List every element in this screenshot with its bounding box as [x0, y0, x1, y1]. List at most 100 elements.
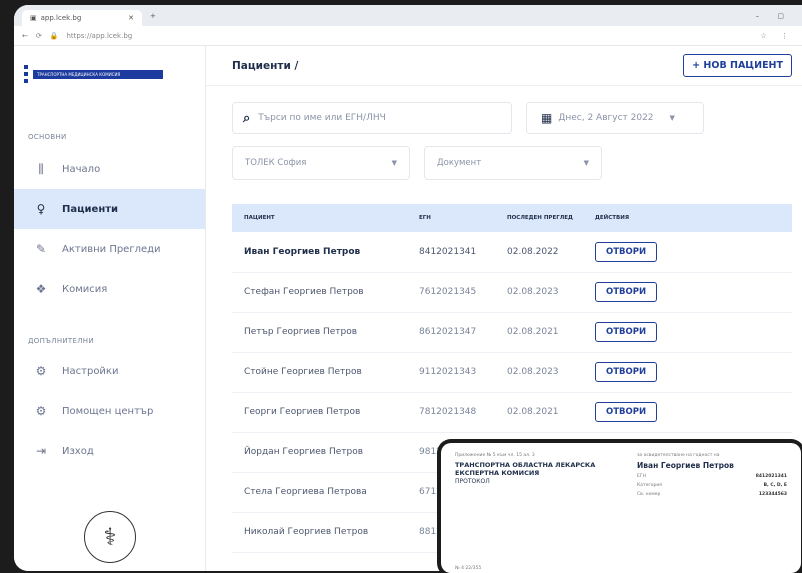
doc-purpose: за освидетелстване на годност на	[637, 453, 720, 458]
calendar-icon: ▦	[541, 111, 553, 125]
back-icon[interactable]: ←	[22, 32, 28, 40]
page-title: Пациенти /	[232, 59, 299, 72]
sidebar-item-label: Помощен център	[62, 405, 154, 417]
patient-last-exam: 02.08.2023	[495, 272, 583, 313]
logo[interactable]: ТРАНСПОРТНА МЕДИЦИНСКА КОМИСИЯ	[14, 46, 205, 88]
document-preview[interactable]: Приложение № 5 към чл. 15 ал. 3 ТРАНСПОР…	[441, 443, 801, 573]
add-patient-button[interactable]: + НОВ ПАЦИЕНТ	[683, 54, 792, 77]
sidebar-item-home[interactable]: ⫼ Начало	[14, 149, 205, 189]
col-header-last-exam: ПОСЛЕДЕН ПРЕГЛЕД	[507, 215, 573, 221]
sidebar-item-patients[interactable]: ♀ Пациенти	[14, 189, 205, 229]
patient-last-exam: 02.08.2021	[495, 392, 583, 433]
table-row: Петър Георгиев Петров 8612021347 02.08.2…	[232, 312, 792, 353]
col-header-actions: ДЕЙСТВИЯ	[595, 215, 630, 221]
patient-name: Йордан Георгиев Петров	[232, 432, 407, 473]
actions-cell: ОТВОРИ	[583, 392, 792, 433]
reload-icon[interactable]: ⟳	[36, 32, 42, 40]
table-header-row: ПАЦИЕНТ ЕГН ПОСЛЕДЕН ПРЕГЛЕД ДЕЙСТВИЯ	[232, 204, 792, 232]
logo-text: ТРАНСПОРТНА МЕДИЦИНСКА КОМИСИЯ	[33, 69, 163, 79]
col-header-patient: ПАЦИЕНТ	[244, 215, 275, 221]
sidebar-item-label: Комисия	[62, 283, 108, 295]
new-tab-icon[interactable]: +	[150, 12, 156, 20]
pen-icon: ✎	[35, 242, 47, 256]
sidebar-item-logout[interactable]: ⇥ Изход	[14, 431, 205, 471]
sidebar-item-label: Активни Прегледи	[62, 243, 161, 255]
patient-name: Георги Георгиев Петров	[232, 392, 407, 433]
patient-name: Николай Георгиев Петров	[232, 512, 407, 553]
browser-tab[interactable]: ▣ app.lcek.bg ✕	[22, 10, 142, 26]
office-select[interactable]: ТОЛЕК София ▼	[232, 146, 410, 180]
sidebar-item-label: Начало	[62, 163, 101, 175]
date-picker[interactable]: ▦ Днес, 2 Август 2022 ▼	[526, 102, 704, 134]
open-button[interactable]: ОТВОРИ	[595, 322, 658, 342]
document-value: Документ	[437, 158, 482, 168]
search-icon: ⌕	[243, 110, 251, 126]
section-title-extra: ДОПЪЛНИТЕЛНИ	[28, 337, 94, 345]
patient-last-exam: 02.08.2022	[495, 232, 583, 273]
patient-name: Иван Георгиев Петров	[232, 232, 407, 273]
browser-tabbar: ▣ app.lcek.bg ✕ + – ▢	[14, 5, 802, 26]
filters: ⌕ ▦ Днес, 2 Август 2022 ▼ ТОЛЕК София ▼	[206, 86, 802, 180]
patient-egn: 7612021345	[407, 272, 495, 313]
actions-cell: ОТВОРИ	[583, 272, 792, 313]
patient-egn: 8612021347	[407, 312, 495, 353]
actions-cell: ОТВОРИ	[583, 352, 792, 393]
sidebar-item-label: Пациенти	[62, 203, 119, 215]
tab-title: app.lcek.bg	[40, 14, 82, 22]
patient-name: Стела Георгиева Петрова	[232, 472, 407, 513]
open-button[interactable]: ОТВОРИ	[595, 402, 658, 422]
office-value: ТОЛЕК София	[245, 158, 307, 168]
sidebar-item-commission[interactable]: ❖ Комисия	[14, 269, 205, 309]
doc-field: ЕГН 8412021341	[637, 474, 787, 479]
chart-icon: ⫼	[38, 161, 44, 176]
table-row: Георги Георгиев Петров 7812021348 02.08.…	[232, 392, 792, 433]
doc-title-line2: ЕКСПЕРТНА КОМИСИЯ	[455, 469, 540, 477]
lock-icon: 🔒	[49, 31, 59, 40]
date-value: Днес, 2 Август 2022	[558, 113, 654, 123]
actions-cell: ОТВОРИ	[583, 312, 792, 353]
patient-last-exam: 02.08.2023	[495, 352, 583, 393]
chevron-down-icon: ▼	[391, 159, 397, 167]
search-box[interactable]: ⌕	[232, 102, 512, 134]
gear-icon: ⚙	[35, 364, 47, 378]
help-icon: ⚙	[35, 404, 47, 418]
doc-field: Категория B, C, D, E	[637, 483, 787, 488]
logout-icon: ⇥	[35, 444, 47, 458]
sidebar-item-settings[interactable]: ⚙ Настройки	[14, 351, 205, 391]
doc-title-line1: ТРАНСПОРТНА ОБЛАСТНА ЛЕКАРСКА	[455, 461, 596, 469]
table-row: Иван Георгиев Петров 8412021341 02.08.20…	[232, 232, 792, 273]
actions-cell: ОТВОРИ	[583, 232, 792, 273]
table-row: Стефан Георгиев Петров 7612021345 02.08.…	[232, 272, 792, 313]
open-button[interactable]: ОТВОРИ	[595, 241, 658, 262]
window-controls[interactable]: – ▢	[756, 12, 802, 20]
document-select[interactable]: Документ ▼	[424, 146, 602, 180]
sidebar-item-label: Изход	[62, 445, 94, 457]
patient-egn: 9112021343	[407, 352, 495, 393]
sidebar-item-active-exams[interactable]: ✎ Активни Прегледи	[14, 229, 205, 269]
table-row: Стойне Георгиев Петров 9112021343 02.08.…	[232, 352, 792, 393]
address-bar: ← ⟳ 🔒 https://app.lcek.bg ☆ ⋮	[14, 26, 802, 46]
patient-name: Петър Георгиев Петров	[232, 312, 407, 353]
sidebar-item-help[interactable]: ⚙ Помощен център	[14, 391, 205, 431]
chevron-down-icon: ▼	[669, 114, 675, 122]
browser-actions[interactable]: ☆ ⋮	[760, 32, 794, 40]
patient-egn: 7812021348	[407, 392, 495, 433]
col-header-egn: ЕГН	[419, 215, 431, 221]
chevron-down-icon: ▼	[583, 159, 589, 167]
search-input[interactable]	[258, 113, 479, 123]
patient-name: Стойне Георгиев Петров	[232, 352, 407, 393]
doc-annex: Приложение № 5 към чл. 15 ал. 3	[455, 453, 535, 458]
doc-field: Св. номер 123344563	[637, 492, 787, 497]
users-icon: ♀	[36, 202, 46, 216]
doc-number: № 4 22/355	[455, 566, 482, 571]
url-field[interactable]: https://app.lcek.bg	[66, 32, 132, 40]
close-tab-icon[interactable]: ✕	[128, 14, 134, 22]
sidebar-item-label: Настройки	[62, 365, 119, 377]
patient-egn: 8412021341	[407, 232, 495, 273]
logo-mark	[24, 65, 28, 83]
layers-icon: ❖	[35, 282, 47, 296]
sidebar: ТРАНСПОРТНА МЕДИЦИНСКА КОМИСИЯ ОСНОВНИ ⫼…	[14, 46, 206, 571]
open-button[interactable]: ОТВОРИ	[595, 282, 658, 302]
patient-last-exam: 02.08.2021	[495, 312, 583, 353]
open-button[interactable]: ОТВОРИ	[595, 362, 658, 382]
